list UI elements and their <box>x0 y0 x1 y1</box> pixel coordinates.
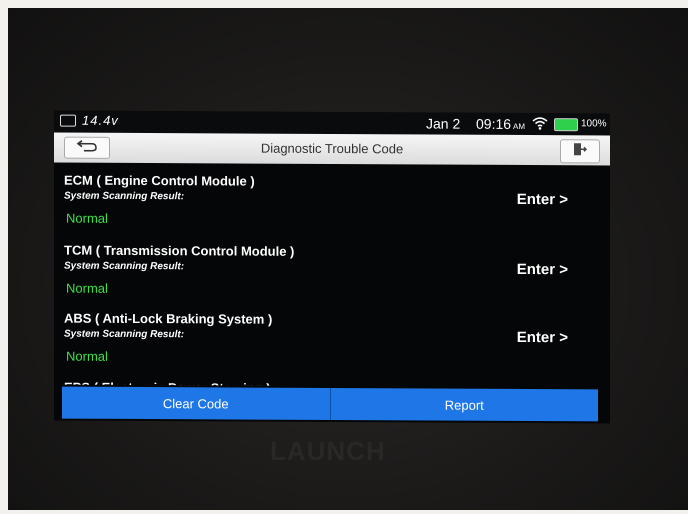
list-item[interactable]: ABS ( Anti-Lock Braking System ) System … <box>64 305 594 376</box>
scan-status: Normal <box>66 348 108 364</box>
battery-icon <box>554 118 578 132</box>
report-button[interactable]: Report <box>331 388 599 421</box>
scan-status: Normal <box>66 210 108 226</box>
list-item[interactable]: TCM ( Transmission Control Module ) Syst… <box>64 237 594 308</box>
page-title: Diagnostic Trouble Code <box>260 140 404 157</box>
title-bar: Diagnostic Trouble Code <box>54 132 610 166</box>
status-date: Jan 2 <box>426 115 461 132</box>
scan-result-label: System Scanning Result: <box>64 190 185 203</box>
status-bar: 14.4v Jan 2 09:16 AM 100% <box>54 110 610 136</box>
list-item[interactable]: ECM ( Engine Control Module ) System Sca… <box>64 167 594 238</box>
exit-button[interactable] <box>560 139 600 164</box>
clear-code-button[interactable]: Clear Code <box>62 386 331 420</box>
module-name: ABS ( Anti-Lock Braking System ) <box>64 310 273 327</box>
scan-result-label: System Scanning Result: <box>64 328 185 341</box>
partial-list-item[interactable]: EPS ( Electronic Power Steering ) <box>64 377 364 387</box>
voltage-readout: 14.4v <box>82 112 119 128</box>
battery-percent: 100% <box>581 118 607 130</box>
module-name: TCM ( Transmission Control Module ) <box>64 242 295 259</box>
scan-result-label: System Scanning Result: <box>64 260 185 273</box>
enter-button[interactable]: Enter > <box>517 191 568 208</box>
device-screen: 14.4v Jan 2 09:16 AM 100% Diagnostic Trou… <box>54 110 610 424</box>
device-brand-logo: LAUNCH <box>270 436 386 466</box>
action-bar: Clear Code Report <box>62 386 599 422</box>
enter-button[interactable]: Enter > <box>517 261 568 278</box>
enter-button[interactable]: Enter > <box>517 329 568 346</box>
scan-status: Normal <box>66 280 108 296</box>
status-time: 09:16 AM <box>476 115 526 132</box>
wifi-icon <box>532 116 548 135</box>
car-battery-icon <box>60 114 76 127</box>
module-name: ECM ( Engine Control Module ) <box>64 172 255 189</box>
module-list[interactable]: ECM ( Engine Control Module ) System Sca… <box>54 167 610 400</box>
exit-icon <box>572 141 588 162</box>
